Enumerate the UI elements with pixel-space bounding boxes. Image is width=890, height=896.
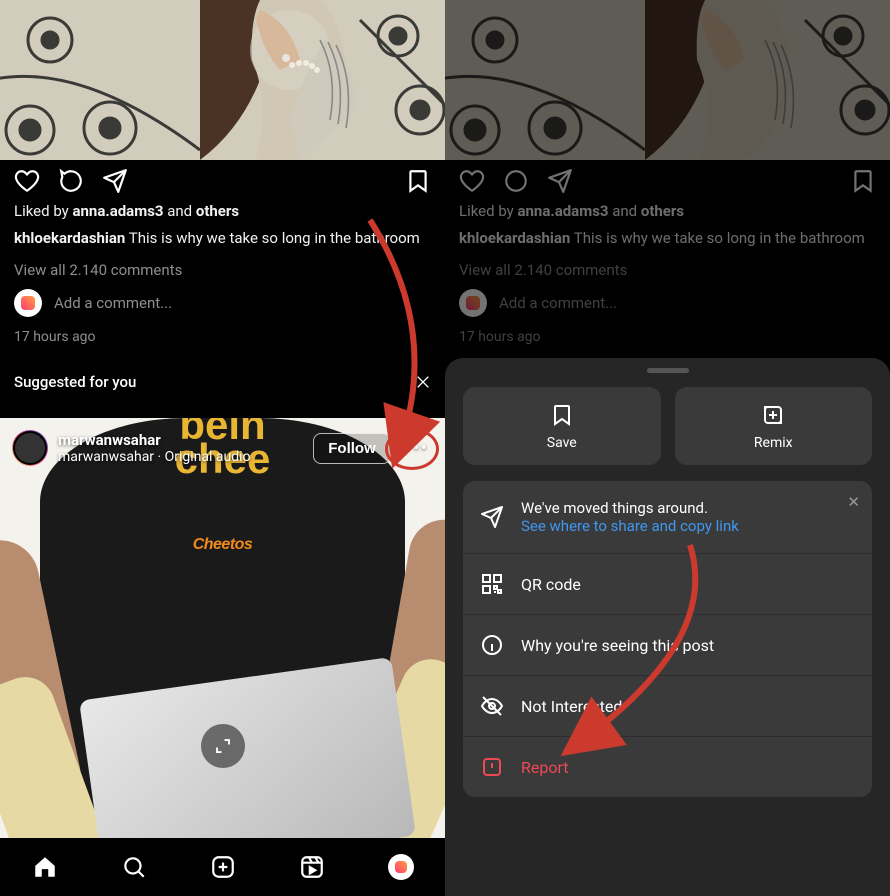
save-button[interactable]: Save xyxy=(463,387,661,465)
why-seeing-row[interactable]: Why you're seeing this post xyxy=(463,614,872,675)
right-panel: Liked by anna.adams3 and others khloekar… xyxy=(445,0,890,896)
avatar xyxy=(14,289,42,317)
avatar xyxy=(459,289,487,317)
report-row[interactable]: Report xyxy=(463,736,872,797)
remix-icon xyxy=(761,403,785,427)
profile-icon[interactable] xyxy=(388,854,414,880)
post-caption: khloekardashian This is why we take so l… xyxy=(445,224,890,253)
post-caption: khloekardashian This is why we take so l… xyxy=(0,224,445,253)
comment-placeholder: Add a comment... xyxy=(54,294,172,312)
suggested-header: Suggested for you xyxy=(0,351,445,405)
remix-button[interactable]: Remix xyxy=(675,387,873,465)
close-icon[interactable] xyxy=(415,374,431,390)
liked-by[interactable]: Liked by anna.adams3 and others xyxy=(0,198,445,224)
qr-code-row[interactable]: QR code xyxy=(463,553,872,614)
bookmark-icon[interactable] xyxy=(405,168,431,194)
post-timestamp: 17 hours ago xyxy=(445,323,890,351)
heart-icon[interactable] xyxy=(459,168,485,194)
create-icon[interactable] xyxy=(210,854,236,880)
bookmark-icon xyxy=(550,403,574,427)
post-actions xyxy=(445,160,890,198)
post-timestamp: 17 hours ago xyxy=(0,323,445,351)
share-icon xyxy=(479,505,505,529)
comment-icon[interactable] xyxy=(58,168,84,194)
eye-off-icon xyxy=(479,694,505,718)
comment-icon[interactable] xyxy=(503,168,529,194)
share-icon[interactable] xyxy=(547,168,573,194)
post-actions xyxy=(0,160,445,198)
search-icon[interactable] xyxy=(121,854,147,880)
bookmark-icon[interactable] xyxy=(850,168,876,194)
annotation-circle xyxy=(385,428,439,470)
add-comment-row[interactable]: Add a comment... xyxy=(445,283,890,323)
bottom-nav xyxy=(0,838,445,896)
expand-icon[interactable] xyxy=(201,724,245,768)
home-icon[interactable] xyxy=(32,854,58,880)
reels-icon[interactable] xyxy=(299,854,325,880)
suggested-subtitle: marwanwsahar · Original audio xyxy=(58,449,251,465)
qr-icon xyxy=(479,572,505,596)
view-comments-link[interactable]: View all 2.140 comments xyxy=(0,253,445,283)
brand-logo: Cheetos xyxy=(193,536,253,554)
not-interested-row[interactable]: Not Interested xyxy=(463,675,872,736)
suggested-username[interactable]: marwanwsahar xyxy=(58,431,161,449)
moved-info-row[interactable]: We've moved things around. See where to … xyxy=(463,481,872,553)
view-comments-link[interactable]: View all 2.140 comments xyxy=(445,253,890,283)
suggested-reel[interactable]: beinchee Cheetos marwanwsahar marwanwsah… xyxy=(0,418,445,838)
report-icon xyxy=(479,755,505,779)
info-icon xyxy=(479,633,505,657)
suggested-label: Suggested for you xyxy=(14,373,136,391)
avatar[interactable] xyxy=(12,430,48,466)
heart-icon[interactable] xyxy=(14,168,40,194)
post-image xyxy=(0,0,445,160)
comment-placeholder: Add a comment... xyxy=(499,294,617,312)
follow-button[interactable]: Follow xyxy=(313,433,391,464)
post-image xyxy=(445,0,890,160)
action-sheet: Save Remix We've moved things around. Se… xyxy=(445,358,890,896)
close-icon[interactable]: ✕ xyxy=(847,493,860,511)
moved-link[interactable]: See where to share and copy link xyxy=(521,517,856,535)
left-panel: Liked by anna.adams3 and others khloekar… xyxy=(0,0,445,896)
liked-by[interactable]: Liked by anna.adams3 and others xyxy=(445,198,890,224)
share-icon[interactable] xyxy=(102,168,128,194)
add-comment-row[interactable]: Add a comment... xyxy=(0,283,445,323)
sheet-handle[interactable] xyxy=(647,368,689,373)
